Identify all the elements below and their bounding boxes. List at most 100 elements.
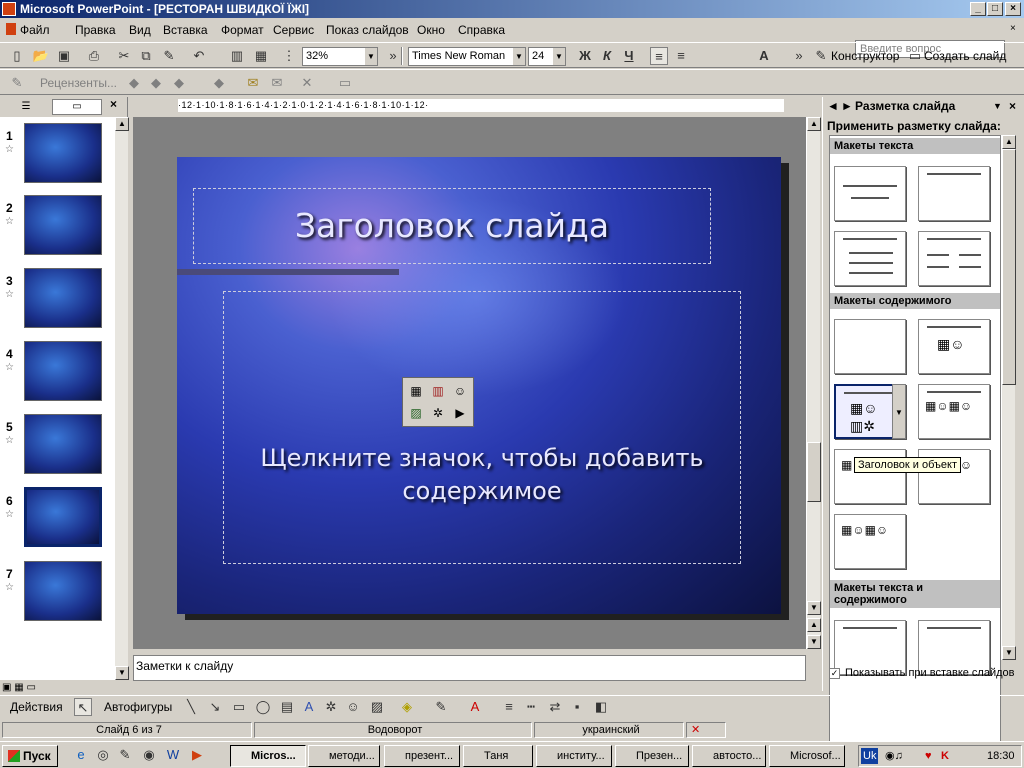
layout-two-content[interactable]: ▦☺▦☺ bbox=[918, 384, 990, 439]
tray-icon[interactable]: ◉♫ bbox=[885, 746, 903, 766]
actions-menu[interactable]: Действия bbox=[10, 700, 63, 714]
line-style-icon[interactable]: ≡ bbox=[500, 698, 518, 716]
font-grow-icon[interactable]: A bbox=[755, 47, 773, 65]
scroll-up-icon[interactable]: ▲ bbox=[807, 117, 821, 131]
task-folder-2[interactable]: Таня bbox=[463, 745, 533, 767]
menu-edit[interactable]: Правка bbox=[75, 23, 116, 37]
chevron-down-icon[interactable]: ▼ bbox=[993, 97, 1002, 115]
task-powerpoint[interactable]: Micros... bbox=[230, 745, 306, 767]
scroll-down-icon[interactable]: ▼ bbox=[1002, 646, 1016, 660]
next-slide-icon[interactable]: ▼ bbox=[807, 635, 821, 649]
language-indicator[interactable]: Uk bbox=[861, 748, 879, 764]
tray-icon[interactable]: K bbox=[941, 746, 949, 766]
picture-icon[interactable]: ▨ bbox=[368, 698, 386, 716]
back-icon[interactable]: ◄ bbox=[827, 97, 839, 115]
menu-service[interactable]: Сервис bbox=[273, 23, 314, 37]
slide-thumbnail-1[interactable] bbox=[24, 123, 102, 183]
layout-title-only[interactable] bbox=[918, 166, 990, 221]
save-icon[interactable]: ▣ bbox=[55, 47, 73, 65]
fill-color-icon[interactable]: ◈ bbox=[398, 698, 416, 716]
more-buttons-icon[interactable]: » bbox=[384, 47, 402, 65]
menu-format[interactable]: Формат bbox=[221, 23, 264, 37]
task-ie[interactable]: институ... bbox=[536, 745, 612, 767]
new-file-icon[interactable]: ▯ bbox=[8, 47, 26, 65]
prev-slide-icon[interactable]: ▲ bbox=[807, 618, 821, 632]
minimize-button[interactable]: _ bbox=[970, 2, 986, 16]
insert-media-icon[interactable]: ▶ bbox=[451, 404, 469, 422]
shadow-icon[interactable]: ▪ bbox=[568, 698, 586, 716]
textbox-icon[interactable]: ▤ bbox=[278, 698, 296, 716]
align-center-icon[interactable]: ≡ bbox=[672, 47, 690, 65]
slide-thumbnail-6[interactable] bbox=[23, 486, 103, 548]
content-placeholder[interactable]: ▦ ▥ ☺ ▨ ✲ ▶ Щелкните значок, чтобы добав… bbox=[223, 291, 741, 564]
new-slide-button[interactable]: Создать слайд bbox=[924, 49, 1006, 63]
tray-icon[interactable]: ♥ bbox=[925, 746, 932, 766]
line-icon[interactable]: ╲ bbox=[182, 698, 200, 716]
font-select[interactable]: Times New Roman ▼ bbox=[408, 47, 526, 66]
clipart-icon[interactable]: ☺ bbox=[344, 698, 362, 716]
slideshow-view-icon[interactable]: ▭ bbox=[26, 682, 35, 693]
slide-thumbnail-7[interactable] bbox=[24, 561, 102, 621]
select-pointer-icon[interactable]: ↖ bbox=[74, 698, 92, 716]
designer-button[interactable]: Конструктор bbox=[831, 49, 899, 63]
slide-scrollbar[interactable]: ▲ ▼ ▲ ▼ bbox=[806, 117, 821, 649]
chart-icon[interactable]: ▥ bbox=[228, 47, 246, 65]
grid-icon[interactable]: ⋮ bbox=[280, 47, 298, 65]
sorter-view-icon[interactable]: ▦ bbox=[14, 682, 23, 693]
insert-comment-icon[interactable]: ✉ bbox=[244, 74, 262, 92]
task-folder-1[interactable]: методи... bbox=[308, 745, 380, 767]
close-button[interactable]: × bbox=[1005, 2, 1021, 16]
font-size-select[interactable]: 24 ▼ bbox=[528, 47, 566, 66]
task-excel[interactable]: Microsof... bbox=[769, 745, 845, 767]
insert-table-icon[interactable]: ▦ bbox=[407, 382, 425, 400]
maximize-button[interactable]: □ bbox=[987, 2, 1003, 16]
layout-two-columns[interactable] bbox=[918, 231, 990, 286]
print-icon[interactable]: ⎙ bbox=[85, 47, 103, 65]
slide-thumbnail-5[interactable] bbox=[24, 414, 102, 474]
menu-file[interactable]: Файл bbox=[20, 23, 50, 37]
insert-chart-icon[interactable]: ▥ bbox=[429, 382, 447, 400]
menu-insert[interactable]: Вставка bbox=[163, 23, 208, 37]
open-icon[interactable]: 📂 bbox=[32, 47, 50, 65]
layout-dropdown-button[interactable]: ▼ bbox=[892, 384, 906, 439]
task-word-1[interactable]: презент... bbox=[384, 745, 460, 767]
align-left-icon[interactable]: ≡ bbox=[650, 47, 668, 65]
scroll-up-icon[interactable]: ▲ bbox=[115, 117, 129, 131]
table-icon[interactable]: ▦ bbox=[252, 47, 270, 65]
undo-icon[interactable]: ↶ bbox=[190, 47, 208, 65]
quick-launch-icon[interactable]: ◉ bbox=[140, 746, 158, 764]
scroll-down-icon[interactable]: ▼ bbox=[115, 666, 129, 680]
powerpoint-icon[interactable]: ▶ bbox=[188, 746, 206, 764]
ie-icon[interactable]: e bbox=[72, 746, 90, 764]
wordart-icon[interactable]: A bbox=[300, 698, 318, 716]
normal-view-icon[interactable]: ▣ bbox=[2, 682, 11, 693]
outline-tab[interactable]: ☰ bbox=[12, 99, 40, 115]
more-buttons-icon[interactable]: » bbox=[790, 47, 808, 65]
menu-help[interactable]: Справка bbox=[458, 23, 505, 37]
quick-launch-icon[interactable]: ✎ bbox=[116, 746, 134, 764]
dash-style-icon[interactable]: ┅ bbox=[522, 698, 540, 716]
oval-icon[interactable]: ◯ bbox=[254, 698, 272, 716]
new-slide-icon[interactable]: ▭ bbox=[906, 47, 924, 65]
scroll-up-icon[interactable]: ▲ bbox=[1002, 135, 1016, 149]
arrow-style-icon[interactable]: ⇄ bbox=[546, 698, 564, 716]
designer-icon[interactable]: ✎ bbox=[812, 47, 830, 65]
zoom-select[interactable]: 32% ▼ bbox=[302, 47, 378, 66]
bold-button[interactable]: Ж bbox=[576, 47, 594, 65]
insert-clipart-icon[interactable]: ☺ bbox=[451, 382, 469, 400]
title-placeholder[interactable]: Заголовок слайда bbox=[193, 188, 711, 264]
layout-title-slide[interactable] bbox=[834, 166, 906, 221]
scroll-thumb[interactable] bbox=[807, 442, 821, 502]
doc-icon[interactable] bbox=[6, 23, 16, 35]
3d-icon[interactable]: ◧ bbox=[592, 698, 610, 716]
task-word-2[interactable]: автосто... bbox=[692, 745, 766, 767]
word-icon[interactable]: W bbox=[164, 746, 182, 764]
notes-pane[interactable]: Заметки к слайду bbox=[133, 655, 806, 681]
task-presentation[interactable]: Презен... bbox=[615, 745, 689, 767]
copy-icon[interactable]: ⧉ bbox=[137, 47, 155, 65]
layout-blank[interactable] bbox=[834, 319, 906, 374]
menu-window[interactable]: Окно bbox=[417, 23, 445, 37]
autoshapes-menu[interactable]: Автофигуры bbox=[104, 700, 172, 714]
layout-four-content[interactable]: ▦☺▦☺ bbox=[834, 514, 906, 569]
underline-button[interactable]: Ч bbox=[620, 47, 638, 65]
